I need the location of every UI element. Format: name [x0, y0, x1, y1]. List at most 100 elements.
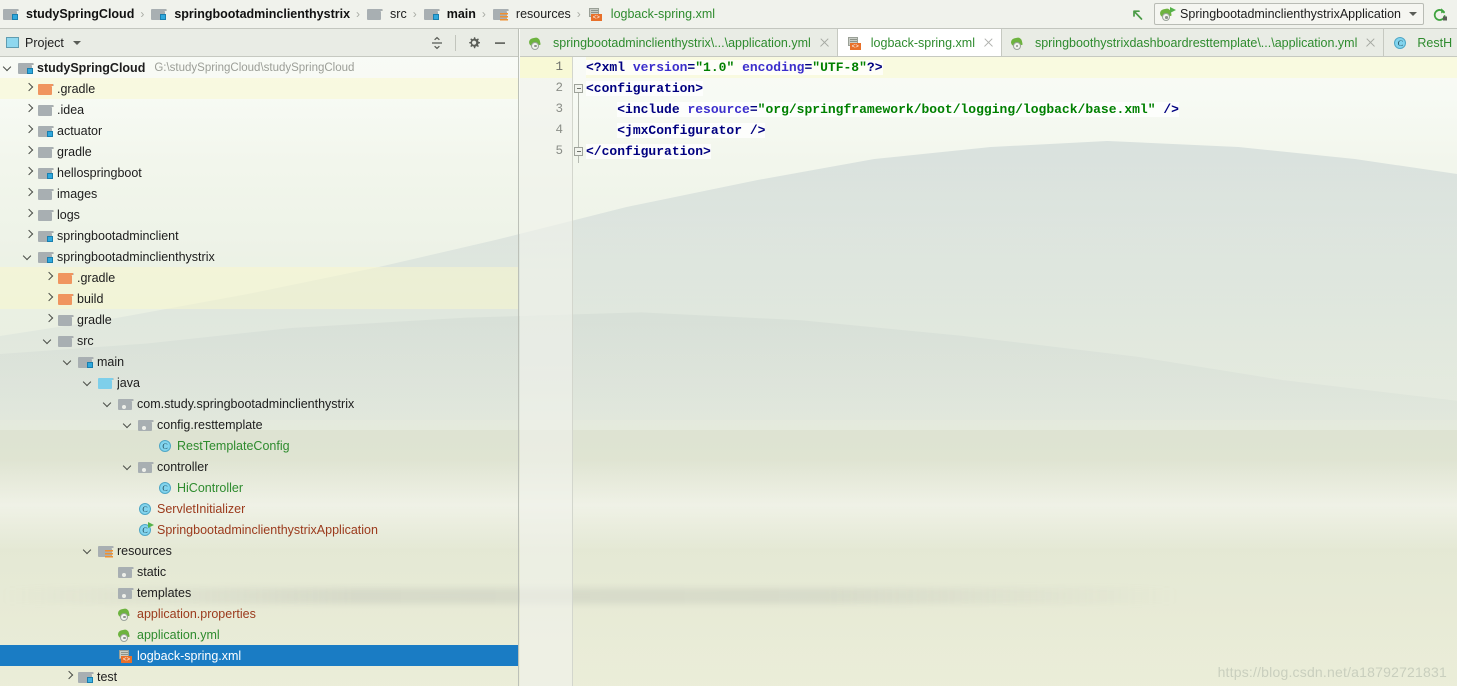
tree-node-label: java [117, 375, 140, 390]
test-folder-icon [77, 669, 94, 685]
editor-tab[interactable]: <> logback-spring.xml [837, 29, 1002, 56]
code-line[interactable]: <?xml version="1.0" encoding="UTF-8"?> [586, 57, 1457, 78]
tree-node[interactable]: actuator [0, 120, 518, 141]
tree-node[interactable]: resources [0, 540, 518, 561]
chevron-down-icon[interactable] [83, 545, 94, 556]
tree-node[interactable]: gradle [0, 309, 518, 330]
breadcrumb-separator: › [412, 7, 417, 21]
tree-node[interactable]: hellospringboot [0, 162, 518, 183]
chevron-down-icon[interactable] [72, 40, 81, 45]
breadcrumb-item-src[interactable]: src [364, 3, 409, 25]
tree-node[interactable]: gradle [0, 141, 518, 162]
code-folding-column[interactable] [573, 57, 585, 686]
chevron-right-icon[interactable] [23, 83, 34, 94]
code-token-tag: <include [617, 102, 688, 117]
tree-node[interactable]: controller [0, 456, 518, 477]
tree-node[interactable]: application.properties [0, 603, 518, 624]
editor-tab[interactable]: C RestH [1384, 29, 1457, 56]
rerun-icon[interactable] [1431, 5, 1449, 23]
chevron-down-icon[interactable] [43, 335, 54, 346]
close-icon[interactable] [983, 37, 994, 48]
tree-node[interactable]: springbootadminclienthystrix [0, 246, 518, 267]
breadcrumb-item-studyspringcloud[interactable]: studySpringCloud [0, 3, 136, 25]
tree-node[interactable]: com.study.springbootadminclienthystrix [0, 393, 518, 414]
close-icon[interactable] [819, 37, 830, 48]
tree-node[interactable]: config.resttemplate [0, 414, 518, 435]
chevron-right-icon[interactable] [23, 167, 34, 178]
breadcrumb-item-springbootadminclienthystrix[interactable]: springbootadminclienthystrix [148, 3, 352, 25]
chevron-right-icon[interactable] [23, 125, 34, 136]
code-line[interactable]: <configuration> [586, 78, 1457, 99]
folder-icon [37, 144, 54, 160]
tree-node-selected[interactable]: <> logback-spring.xml [0, 645, 518, 666]
chevron-down-icon[interactable] [103, 398, 114, 409]
chevron-down-icon[interactable] [63, 356, 74, 367]
tree-node[interactable]: logs [0, 204, 518, 225]
tree-node[interactable]: test [0, 666, 518, 686]
breadcrumb-item-logback-spring-xml[interactable]: <> logback-spring.xml [585, 3, 717, 25]
chevron-down-icon[interactable] [23, 251, 34, 262]
code-line[interactable]: </configuration> [586, 141, 1457, 162]
chevron-right-icon[interactable] [63, 671, 74, 682]
editor-tab[interactable]: springboothystrixdashboardresttemplate\.… [1001, 29, 1385, 56]
tree-node[interactable]: C SpringbootadminclienthystrixApplication [0, 519, 518, 540]
close-icon[interactable] [1365, 37, 1376, 48]
spring-boot-run-icon [1159, 6, 1177, 22]
spring-config-icon [528, 35, 544, 51]
arrow-up-left-icon[interactable] [1129, 5, 1147, 23]
chevron-right-icon[interactable] [23, 146, 34, 157]
breadcrumb-separator: › [356, 7, 361, 21]
code-line[interactable]: <include resource="org/springframework/b… [586, 99, 1457, 120]
chevron-down-icon[interactable] [123, 419, 134, 430]
chevron-down-icon[interactable] [123, 461, 134, 472]
run-configuration-selector[interactable]: SpringbootadminclienthystrixApplication [1154, 3, 1424, 25]
java-class-icon: C [137, 501, 153, 517]
tree-node-label: ServletInitializer [157, 501, 246, 516]
project-tree[interactable]: studySpringCloud G:\studySpringCloud\stud… [0, 57, 518, 686]
project-view-selector[interactable]: Project [6, 36, 81, 50]
tree-node[interactable]: build [0, 288, 518, 309]
tree-node[interactable]: springbootadminclient [0, 225, 518, 246]
breadcrumb-item-main[interactable]: main [421, 3, 478, 25]
chevron-right-icon[interactable] [43, 272, 54, 283]
sources-root-icon [97, 375, 114, 391]
editor-tab[interactable]: springbootadminclienthystrix\...\applica… [520, 29, 838, 56]
gear-icon[interactable] [466, 35, 482, 51]
chevron-right-icon[interactable] [23, 188, 34, 199]
chevron-down-icon[interactable] [3, 62, 14, 73]
collapse-all-icon[interactable] [429, 35, 445, 51]
chevron-right-icon[interactable] [23, 104, 34, 115]
tree-node[interactable]: src [0, 330, 518, 351]
tree-node[interactable]: java [0, 372, 518, 393]
chevron-down-icon[interactable] [83, 377, 94, 388]
tree-node[interactable]: templates [0, 582, 518, 603]
code-editor[interactable]: 1 2 3 4 5 <?xml version="1.0" encoding="UTF-… [520, 57, 1457, 686]
chevron-down-icon[interactable] [1409, 12, 1417, 16]
code-content[interactable]: <?xml version="1.0" encoding="UTF-8"?> <c… [586, 57, 1457, 686]
tree-node[interactable]: images [0, 183, 518, 204]
module-folder-icon [37, 165, 54, 181]
tree-node[interactable]: C RestTemplateConfig [0, 435, 518, 456]
chevron-right-icon[interactable] [43, 293, 54, 304]
tree-node[interactable]: .gradle [0, 78, 518, 99]
tree-node[interactable]: studySpringCloud G:\studySpringCloud\stud… [0, 57, 518, 78]
code-line[interactable]: <jmxConfigurator /> [586, 120, 1457, 141]
chevron-right-icon[interactable] [23, 230, 34, 241]
tree-node[interactable]: C HiController [0, 477, 518, 498]
fold-marker-open[interactable] [574, 84, 583, 93]
tree-node[interactable]: .gradle [0, 267, 518, 288]
tree-node-label: test [97, 669, 118, 684]
minimize-icon[interactable] [492, 35, 508, 51]
chevron-right-icon[interactable] [23, 209, 34, 220]
tree-node[interactable]: main [0, 351, 518, 372]
editor-tab-strip[interactable]: springbootadminclienthystrix\...\applica… [520, 29, 1457, 57]
tree-node[interactable]: application.yml [0, 624, 518, 645]
breadcrumb-separator: › [576, 7, 581, 21]
fold-marker-close[interactable] [574, 147, 583, 156]
tree-node[interactable]: .idea [0, 99, 518, 120]
tree-node[interactable]: C ServletInitializer [0, 498, 518, 519]
chevron-right-icon[interactable] [43, 314, 54, 325]
breadcrumb-item-resources[interactable]: resources [490, 3, 573, 25]
source-folder-icon [77, 354, 94, 370]
tree-node[interactable]: static [0, 561, 518, 582]
